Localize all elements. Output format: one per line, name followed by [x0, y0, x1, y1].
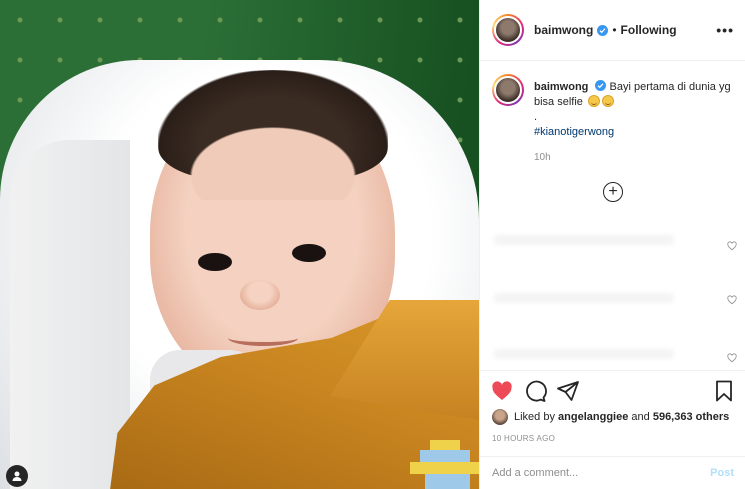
post-photo[interactable] — [0, 0, 479, 489]
comment-list — [492, 215, 737, 370]
add-icon[interactable]: + — [603, 182, 623, 202]
separator-dot: • — [612, 23, 617, 37]
action-bar — [480, 370, 745, 410]
caption-age: 10h — [534, 152, 551, 163]
following-button[interactable]: Following — [621, 23, 677, 37]
post-button[interactable]: Post — [710, 467, 734, 479]
seat-side — [10, 140, 130, 489]
likes-summary: Liked by angelanggiee and 596,363 others — [492, 409, 729, 425]
likes-count[interactable]: 596,363 others — [653, 411, 729, 423]
avatar[interactable] — [492, 74, 524, 106]
caption-dot-line: . — [534, 111, 538, 123]
likes-conjunction: and — [631, 411, 650, 423]
bookmark-icon[interactable] — [712, 379, 736, 403]
blurred-comment — [494, 349, 674, 359]
post-header: baimwong • Following ••• — [480, 0, 745, 61]
list-item — [492, 223, 737, 273]
comment-box: Post — [480, 456, 745, 489]
post-panel: baimwong • Following ••• baimwong Bayi p… — [479, 0, 745, 489]
caption-username[interactable]: baimwong — [534, 81, 588, 93]
caption-text: baimwong Bayi pertama di dunia yg bisa s… — [534, 80, 734, 140]
baby-nose — [240, 280, 280, 310]
post-username[interactable]: baimwong — [534, 23, 593, 37]
comment-icon[interactable] — [523, 379, 547, 403]
liker-username[interactable]: angelanggiee — [558, 411, 628, 423]
baby-mouth — [228, 330, 298, 346]
heart-icon[interactable] — [727, 353, 737, 363]
avatar[interactable] — [492, 14, 524, 46]
grin-emoji-icon — [601, 95, 614, 107]
blurred-comment — [494, 235, 674, 245]
avatar[interactable] — [492, 409, 508, 425]
caption-hashtag[interactable]: #kianotigerwong — [534, 125, 734, 140]
share-icon[interactable] — [556, 379, 580, 403]
grin-emoji-icon — [587, 95, 600, 107]
comment-input[interactable] — [492, 467, 711, 479]
blurred-comment — [494, 293, 674, 303]
verified-icon — [597, 24, 609, 36]
baby-right-eye — [292, 244, 326, 262]
post-timestamp[interactable]: 10 HOURS AGO — [492, 434, 555, 443]
verified-icon — [595, 80, 607, 91]
likes-prefix: Liked by — [514, 411, 555, 423]
heart-icon[interactable] — [490, 379, 514, 403]
more-icon[interactable]: ••• — [716, 22, 734, 38]
heart-icon[interactable] — [727, 241, 737, 251]
baby-left-eye — [198, 253, 232, 271]
baby-forehead — [178, 120, 368, 200]
user-tag-icon[interactable] — [6, 465, 28, 487]
towel-pixel-pattern — [410, 440, 479, 489]
heart-icon[interactable] — [727, 295, 737, 305]
list-item — [492, 279, 737, 329]
